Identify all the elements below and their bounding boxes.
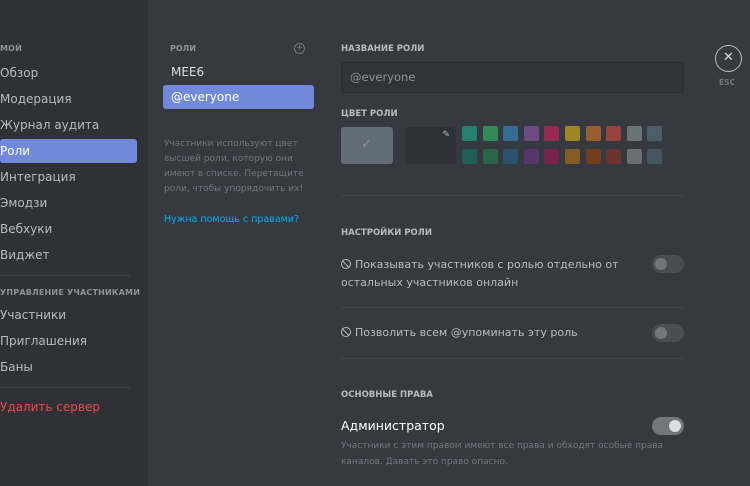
- color-swatch[interactable]: [585, 126, 601, 141]
- color-swatch[interactable]: [626, 149, 642, 164]
- hoist-option-label: Показывать участников с ролью отдельно о…: [341, 258, 619, 289]
- color-swatch[interactable]: [462, 149, 477, 164]
- esc-label: ESC: [719, 78, 736, 87]
- role-item-everyone[interactable]: @everyone: [163, 85, 314, 109]
- color-swatch[interactable]: [585, 149, 601, 164]
- color-swatch[interactable]: [606, 149, 622, 164]
- check-icon: ✓: [361, 137, 372, 152]
- sidebar-item-webhooks[interactable]: Вебхуки: [0, 217, 137, 241]
- color-swatch[interactable]: [565, 126, 580, 141]
- roles-info-text: Участники используют цвет высшей роли, к…: [164, 139, 304, 194]
- mention-toggle[interactable]: [652, 324, 684, 342]
- sidebar-item-emoji[interactable]: Эмодзи: [0, 191, 137, 215]
- color-swatch[interactable]: [462, 126, 477, 141]
- color-swatch[interactable]: [482, 126, 498, 141]
- color-swatch[interactable]: [482, 149, 498, 164]
- administrator-description: Участники с этим правом имеют все права …: [341, 441, 664, 467]
- color-swatch[interactable]: [626, 126, 642, 141]
- close-icon[interactable]: ✕: [715, 45, 742, 72]
- sidebar-item-bans[interactable]: Баны: [0, 355, 137, 379]
- sidebar-item-integrations[interactable]: Интеграция: [0, 165, 137, 189]
- section-divider: [341, 195, 684, 196]
- sidebar-item-invites[interactable]: Приглашения: [0, 329, 137, 353]
- color-swatch[interactable]: [544, 126, 560, 141]
- toggle-knob: [655, 258, 667, 270]
- sidebar-item-widget[interactable]: Виджет: [0, 243, 137, 267]
- section-divider: [341, 307, 684, 308]
- hoist-toggle[interactable]: [652, 255, 684, 273]
- custom-color-swatch[interactable]: ✎: [405, 127, 456, 164]
- default-color-swatch[interactable]: ✓: [341, 127, 393, 164]
- plus-circle-icon[interactable]: +: [294, 43, 305, 54]
- administrator-label: Администратор: [341, 418, 445, 433]
- role-item-mee6[interactable]: MEE6: [163, 60, 314, 84]
- role-settings-title: НАСТРОЙКИ РОЛИ: [341, 228, 432, 238]
- color-swatch[interactable]: [503, 149, 519, 164]
- sidebar-item-members[interactable]: Участники: [0, 303, 137, 327]
- role-name-input[interactable]: @everyone: [341, 62, 684, 93]
- roles-header: РОЛИ: [170, 44, 197, 53]
- section-divider: [341, 358, 684, 359]
- color-swatch[interactable]: [523, 149, 539, 164]
- sidebar-item-overview[interactable]: Обзор: [0, 61, 137, 85]
- sidebar-divider: [0, 275, 130, 276]
- settings-sidebar: МОЙ Обзор Модерация Журнал аудита Роли И…: [0, 0, 148, 486]
- role-name-title: НАЗВАНИЕ РОЛИ: [341, 44, 425, 54]
- color-swatch[interactable]: [544, 149, 560, 164]
- mention-option-label: Позволить всем @упоминать эту роль: [341, 324, 621, 342]
- delete-server-button[interactable]: Удалить сервер: [0, 395, 137, 419]
- sidebar-item-audit-log[interactable]: Журнал аудита: [0, 113, 137, 137]
- color-swatch[interactable]: [523, 126, 539, 141]
- sidebar-category-members: УПРАВЛЕНИЕ УЧАСТНИКАМИ: [0, 288, 141, 297]
- block-icon: [341, 259, 351, 269]
- general-permissions-title: ОСНОВНЫЕ ПРАВА: [341, 390, 433, 400]
- block-icon: [341, 327, 351, 337]
- role-editor: НАЗВАНИЕ РОЛИ @everyone ЦВЕТ РОЛИ ✓ ✎ НА…: [325, 0, 750, 486]
- toggle-knob: [669, 420, 681, 432]
- role-color-title: ЦВЕТ РОЛИ: [341, 109, 398, 119]
- sidebar-item-moderation[interactable]: Модерация: [0, 87, 137, 111]
- toggle-knob: [655, 327, 667, 339]
- administrator-toggle[interactable]: [652, 417, 684, 435]
- sidebar-item-roles[interactable]: Роли: [0, 139, 137, 163]
- color-swatch[interactable]: [503, 126, 519, 141]
- color-swatch[interactable]: [647, 126, 663, 141]
- color-swatch[interactable]: [647, 149, 663, 164]
- sidebar-category-server: МОЙ: [0, 44, 23, 53]
- eyedropper-icon: ✎: [442, 130, 450, 140]
- role-list-panel: РОЛИ + MEE6 @everyone Участники использу…: [148, 0, 325, 486]
- sidebar-divider: [0, 387, 130, 388]
- color-swatch[interactable]: [565, 149, 580, 164]
- color-swatch[interactable]: [606, 126, 622, 141]
- permissions-help-link[interactable]: Нужна помощь с правами?: [164, 214, 299, 225]
